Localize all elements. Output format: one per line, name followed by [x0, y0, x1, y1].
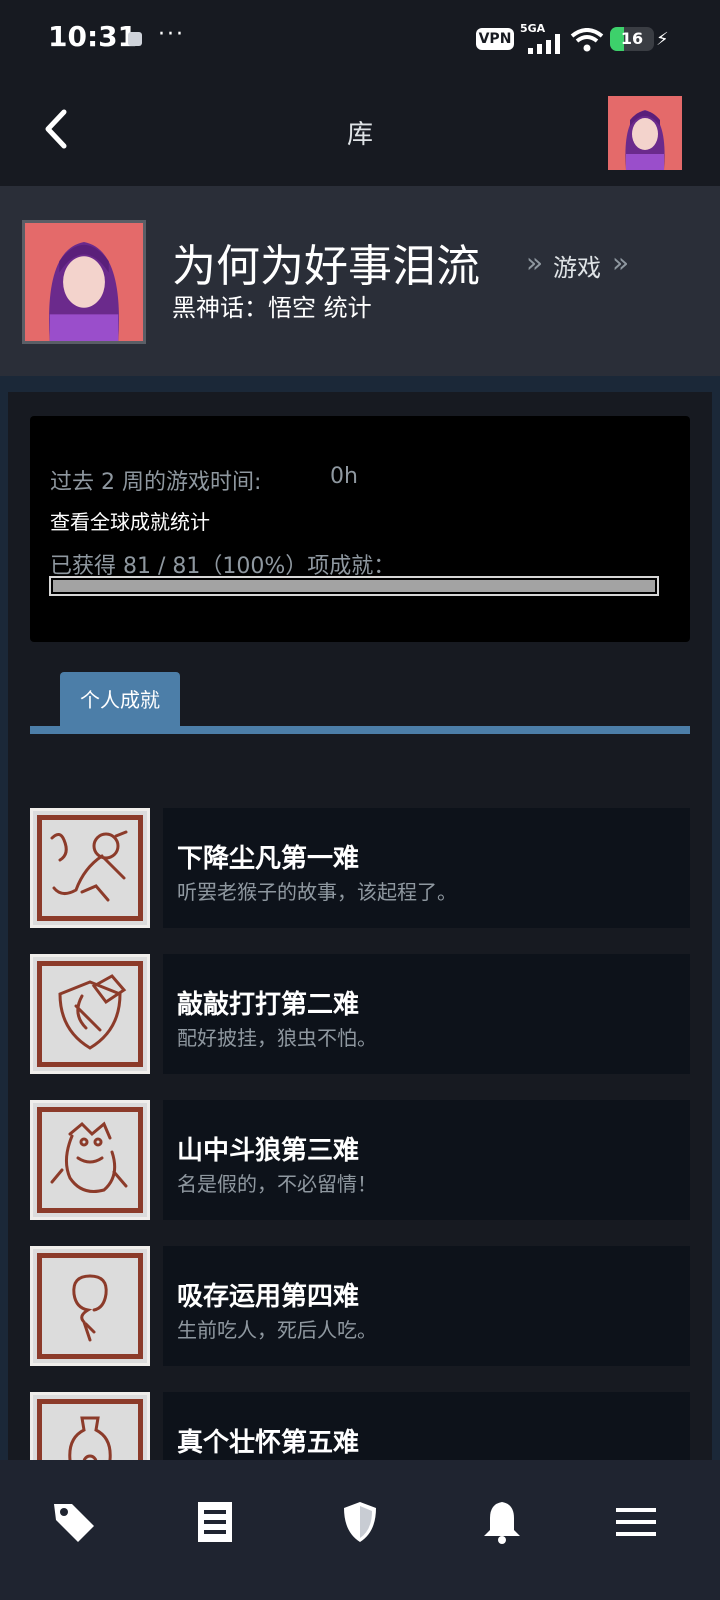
achievement-card: 吸存运用第四难 生前吃人，死后人吃。 — [163, 1246, 690, 1366]
notifications-bell-icon[interactable] — [478, 1498, 526, 1546]
achievement-name: 下降尘凡第一难 — [177, 844, 360, 874]
guard-shield-icon[interactable] — [336, 1498, 384, 1546]
achievement-card: 真个壮怀第五难 — [163, 1392, 690, 1460]
signal-icon — [528, 34, 560, 54]
global-achievements-link[interactable]: 查看全球成就统计 — [50, 506, 210, 535]
notification-icon — [128, 32, 142, 46]
store-tag-icon[interactable] — [50, 1498, 98, 1546]
list-item[interactable]: 吸存运用第四难 生前吃人，死后人吃。 — [30, 1246, 690, 1366]
achievement-name: 山中斗狼第三难 — [177, 1136, 360, 1166]
profile-header: 为何为好事泪流 » 游戏 » 黑神话：悟空 统计 — [0, 186, 720, 376]
battery-level: 16 — [620, 29, 644, 48]
charging-icon: ⚡ — [656, 29, 669, 50]
menu-icon[interactable] — [612, 1498, 660, 1546]
wolf-icon — [30, 1100, 150, 1220]
breadcrumb-games[interactable]: 游戏 — [553, 248, 601, 283]
status-time: 10:31 — [48, 20, 138, 53]
achievement-card: 下降尘凡第一难 听罢老猴子的故事，该起程了。 — [163, 808, 690, 928]
tab-personal-achievements[interactable]: 个人成就 — [60, 672, 180, 728]
more-dots: ··· — [158, 22, 185, 47]
achievement-card: 敲敲打打第二难 配好披挂，狼虫不怕。 — [163, 954, 690, 1074]
profile-avatar[interactable] — [22, 220, 146, 344]
achievement-desc: 名是假的，不必留情！ — [177, 1172, 377, 1196]
achievement-card: 山中斗狼第三难 名是假的，不必留情！ — [163, 1100, 690, 1220]
library-icon[interactable] — [192, 1498, 240, 1546]
game-stats-title: 黑神话：悟空 统计 — [172, 294, 372, 322]
gourd-icon — [30, 1246, 150, 1366]
playtime-label: 过去 2 周的游戏时间: — [50, 470, 262, 495]
breadcrumb-separator: » — [612, 246, 630, 279]
vpn-badge: VPN — [476, 28, 514, 50]
achievement-name: 真个壮怀第五难 — [177, 1428, 360, 1458]
wifi-icon — [570, 28, 604, 52]
list-item[interactable]: 敲敲打打第二难 配好披挂，狼虫不怕。 — [30, 954, 690, 1074]
achievement-name: 敲敲打打第二难 — [177, 990, 360, 1020]
stats-box: 过去 2 周的游戏时间: 0h 查看全球成就统计 已获得 81 / 81（100… — [30, 416, 690, 642]
achievement-name: 吸存运用第四难 — [177, 1282, 360, 1312]
achievement-desc: 配好披挂，狼虫不怕。 — [177, 1026, 377, 1050]
progress-fill — [53, 580, 655, 592]
breadcrumb-separator: » — [526, 246, 544, 279]
tab-divider — [30, 726, 690, 734]
battery-icon: 16 — [610, 27, 654, 51]
playtime-value: 0h — [330, 464, 358, 489]
achievement-desc: 生前吃人，死后人吃。 — [177, 1318, 377, 1342]
vase-icon — [30, 1392, 150, 1460]
achievement-desc: 听罢老猴子的故事，该起程了。 — [177, 880, 457, 904]
monkey-icon — [30, 808, 150, 928]
avatar[interactable] — [608, 96, 682, 170]
list-item[interactable]: 山中斗狼第三难 名是假的，不必留情！ — [30, 1100, 690, 1220]
top-nav: 库 — [0, 80, 720, 186]
bottom-nav — [0, 1460, 720, 1600]
status-bar: 10:31 ··· VPN 5GA 16 ⚡ — [0, 0, 720, 80]
list-item[interactable]: 下降尘凡第一难 听罢老猴子的故事，该起程了。 — [30, 808, 690, 928]
achievement-list: 下降尘凡第一难 听罢老猴子的故事，该起程了。 敲敲打打第二难 配好披挂，狼虫不怕… — [30, 808, 690, 1460]
list-item[interactable]: 真个壮怀第五难 — [30, 1392, 690, 1460]
achievement-progress-bar — [49, 576, 659, 596]
shield-icon — [30, 954, 150, 1074]
profile-name[interactable]: 为何为好事泪流 — [172, 230, 480, 294]
